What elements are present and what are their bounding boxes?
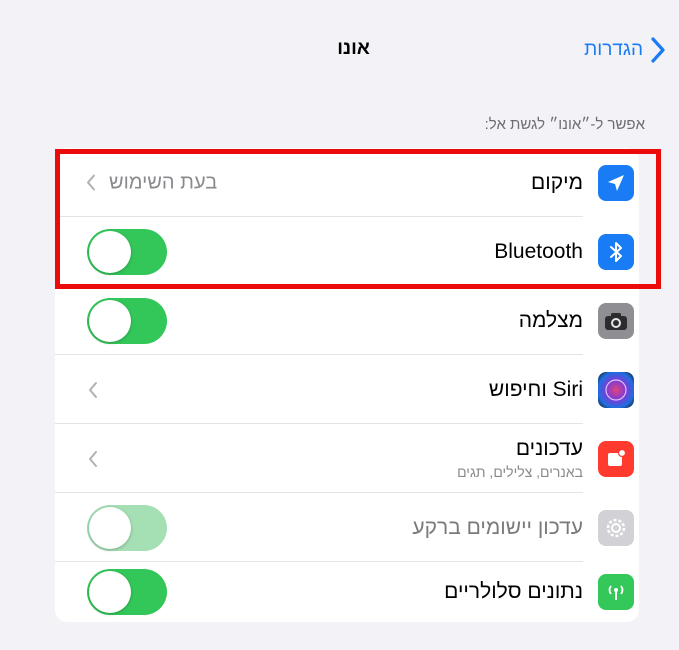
chevron-right-icon: [651, 37, 665, 63]
gear-icon: [598, 509, 634, 546]
chevron-left-icon: [89, 450, 97, 467]
siri-search-row[interactable]: Siri וחיפוש: [55, 355, 639, 424]
row-label-background-refresh: עדכון יישומים ברקע: [412, 515, 583, 539]
navigation-bar: אונו הגדרות: [0, 0, 679, 100]
notification-bell-icon: [598, 440, 634, 477]
location-arrow-icon: [598, 164, 634, 201]
cellular-data-row: נתונים סלולריים: [55, 562, 639, 622]
row-label-camera: מצלמה: [518, 308, 583, 332]
toggle-knob: [89, 230, 131, 273]
toggle-knob: [89, 571, 131, 613]
section-header: אפשר ל-״אונו״ לגשת אל:: [484, 116, 645, 133]
camera-row: מצלמה: [55, 286, 639, 355]
siri-icon: [598, 371, 634, 408]
location-row[interactable]: מיקום בעת השימוש: [55, 148, 639, 217]
app-permissions-screen: אונו הגדרות אפשר ל-״אונו״ לגשת אל: מיקום…: [0, 0, 679, 650]
back-button[interactable]: הגדרות: [584, 34, 667, 66]
cellular-antenna-icon: [598, 574, 634, 610]
notifications-row[interactable]: עדכונים באנרים, צלילים, תגים: [55, 424, 639, 493]
row-label-location: מיקום: [531, 170, 583, 194]
page-title: אונו: [337, 38, 370, 59]
row-label-notifications: עדכונים: [515, 437, 583, 460]
toggle-knob: [89, 299, 131, 342]
camera-icon: [598, 302, 634, 339]
row-sublabel-notifications: באנרים, צלילים, תגים: [457, 464, 583, 480]
toggle-knob: [89, 506, 131, 549]
camera-toggle[interactable]: [87, 297, 167, 344]
background-refresh-row: עדכון יישומים ברקע: [55, 493, 639, 562]
location-value-text: בעת השימוש: [109, 171, 218, 193]
row-label-bluetooth: Bluetooth: [494, 239, 583, 263]
bluetooth-toggle[interactable]: [87, 228, 167, 275]
bluetooth-icon: [598, 233, 634, 270]
cellular-data-toggle[interactable]: [87, 569, 167, 615]
location-value: בעת השימוש: [85, 171, 217, 194]
chevron-left-icon: [89, 381, 97, 398]
row-label-siri: Siri וחיפוש: [488, 377, 583, 401]
background-refresh-toggle[interactable]: [87, 504, 167, 551]
back-button-label: הגדרות: [584, 39, 643, 60]
row-label-cellular: נתונים סלולריים: [444, 580, 583, 603]
chevron-left-icon: [87, 174, 95, 191]
bluetooth-row: Bluetooth: [55, 217, 639, 286]
